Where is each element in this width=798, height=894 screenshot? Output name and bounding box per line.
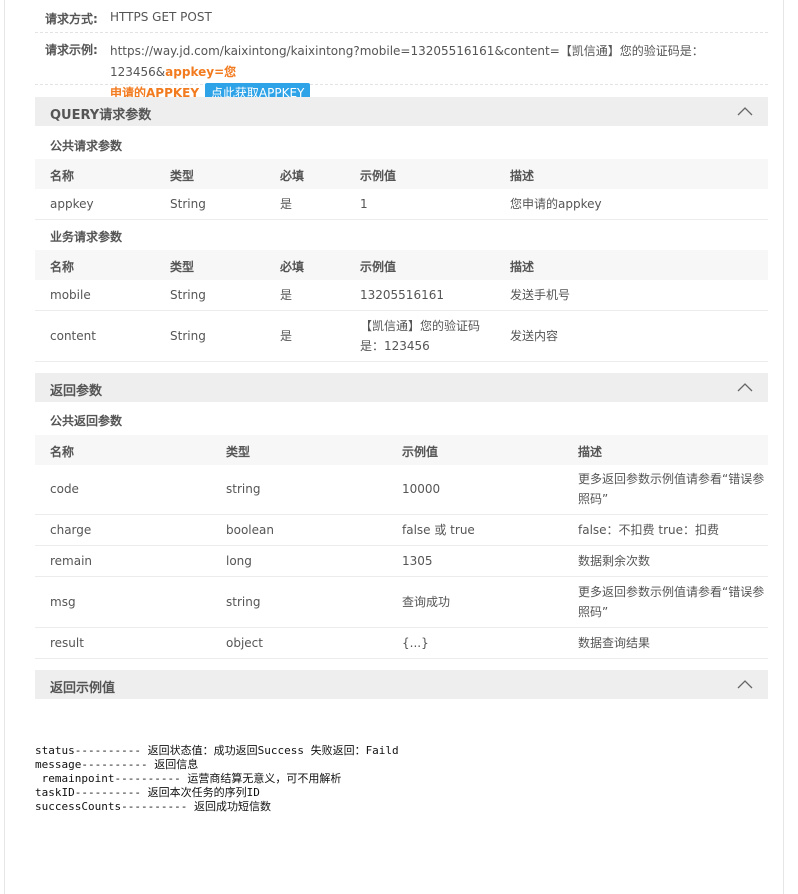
col-example: 示例值 [402, 445, 439, 459]
cell-type: string [226, 595, 261, 609]
col-name: 名称 [50, 169, 75, 183]
cell-example: 1305 [402, 554, 433, 568]
cell-name: code [50, 482, 79, 496]
col-desc: 描述 [578, 445, 603, 459]
code-line: status---------- 返回状态值：成功返回Success 失败返回：… [35, 744, 399, 757]
cell-name: remain [50, 554, 93, 568]
table-row: result object {...} 数据查询结果 [35, 628, 768, 659]
request-example-value: https://way.jd.com/kaixintong/kaixintong… [110, 41, 766, 104]
code-line: remainpoint---------- 运营商结算无意义，可不用解析 [35, 772, 342, 785]
return-example-code: status---------- 返回状态值：成功返回Success 失败返回：… [35, 744, 399, 814]
table-row: content String 是 【凯信通】您的验证码 是：123456 发送内… [35, 311, 768, 362]
code-line: taskID---------- 返回本次任务的序列ID [35, 786, 260, 799]
table-row: remain long 1305 数据剩余次数 [35, 546, 768, 577]
cell-example: false 或 true [402, 523, 475, 537]
cell-desc: 数据剩余次数 [578, 554, 651, 568]
cell-example: 13205516161 [360, 288, 444, 302]
public-return-params-title: 公共返回参数 [50, 414, 123, 428]
col-example: 示例值 [360, 260, 397, 274]
public-request-table-header: 名称 类型 必填 示例值 描述 [35, 159, 768, 189]
cell-name: appkey [50, 197, 94, 211]
cell-example: 1 [360, 197, 368, 211]
cell-name: msg [50, 595, 76, 609]
table-row: code string 10000 更多返回参数示例值请参看“错误参 照码” [35, 465, 768, 515]
business-request-table-header: 名称 类型 必填 示例值 描述 [35, 250, 768, 280]
cell-type: string [226, 482, 261, 496]
cell-desc: false：不扣费 true：扣费 [578, 523, 719, 537]
col-required: 必填 [280, 169, 305, 183]
cell-name: mobile [50, 288, 91, 302]
return-params-title: 返回参数 [50, 384, 103, 399]
business-request-params-title: 业务请求参数 [50, 230, 123, 244]
cell-example-line1: 【凯信通】您的验证码 [360, 319, 481, 333]
col-example: 示例值 [360, 169, 397, 183]
cell-example: {...} [402, 636, 429, 650]
chevron-up-icon[interactable] [736, 105, 754, 117]
cell-desc-line1: 更多返回参数示例值请参看“错误参 [578, 585, 765, 599]
cell-example: 10000 [402, 482, 441, 496]
return-table-header: 名称 类型 示例值 描述 [35, 435, 768, 465]
public-request-params-title: 公共请求参数 [50, 139, 123, 153]
col-name: 名称 [50, 445, 75, 459]
col-type: 类型 [170, 260, 195, 274]
cell-example-line2: 是：123456 [360, 339, 430, 353]
cell-desc-line2: 照码” [578, 492, 609, 506]
cell-type: object [226, 636, 263, 650]
cell-type: String [170, 329, 206, 343]
code-line: message---------- 返回信息 [35, 758, 199, 771]
cell-type: long [226, 554, 252, 568]
col-desc: 描述 [510, 169, 535, 183]
query-params-title: QUERY请求参数 [50, 108, 152, 123]
table-row: mobile String 是 13205516161 发送手机号 [35, 280, 768, 311]
cell-desc: 发送手机号 [510, 288, 571, 302]
request-example-row: 请求示例: https://way.jd.com/kaixintong/kaix… [35, 33, 768, 104]
appkey-hint-part1: appkey=您 [165, 65, 237, 79]
cell-required: 是 [280, 288, 293, 302]
cell-desc-line1: 更多返回参数示例值请参看“错误参 [578, 472, 765, 486]
cell-type: String [170, 288, 206, 302]
request-example-label: 请求示例: [45, 43, 98, 57]
chevron-up-icon[interactable] [736, 381, 754, 393]
return-example-title: 返回示例值 [50, 681, 116, 696]
col-type: 类型 [170, 169, 195, 183]
left-divider [4, 0, 5, 894]
api-doc-page: 请求方式: HTTPS GET POST 请求示例: https://way.j… [0, 0, 798, 894]
cell-desc: 您申请的appkey [510, 197, 602, 211]
cell-desc-line2: 照码” [578, 605, 609, 619]
col-desc: 描述 [510, 260, 535, 274]
cell-name: content [50, 329, 96, 343]
table-row: appkey String 是 1 您申请的appkey [35, 189, 768, 220]
col-required: 必填 [280, 260, 305, 274]
right-divider [783, 0, 784, 894]
cell-required: 是 [280, 197, 293, 211]
cell-name: result [50, 636, 84, 650]
request-method-label: 请求方式: [45, 12, 98, 26]
table-row: charge boolean false 或 true false：不扣费 tr… [35, 515, 768, 546]
cell-desc: 数据查询结果 [578, 636, 651, 650]
cell-name: charge [50, 523, 92, 537]
query-params-header[interactable]: QUERY请求参数 [35, 97, 768, 126]
chevron-up-icon[interactable] [736, 678, 754, 690]
col-name: 名称 [50, 260, 75, 274]
cell-type: boolean [226, 523, 274, 537]
table-row: msg string 查询成功 更多返回参数示例值请参看“错误参 照码” [35, 577, 768, 628]
return-example-header[interactable]: 返回示例值 [35, 670, 768, 699]
cell-type: String [170, 197, 206, 211]
cell-example: 查询成功 [402, 595, 451, 609]
cell-required: 是 [280, 329, 293, 343]
code-line: successCounts---------- 返回成功短信数 [35, 800, 271, 813]
col-type: 类型 [226, 445, 251, 459]
return-params-header[interactable]: 返回参数 [35, 373, 768, 402]
request-method-row: 请求方式: HTTPS GET POST [35, 0, 768, 33]
cell-desc: 发送内容 [510, 329, 559, 343]
request-method-value: HTTPS GET POST [110, 10, 212, 24]
